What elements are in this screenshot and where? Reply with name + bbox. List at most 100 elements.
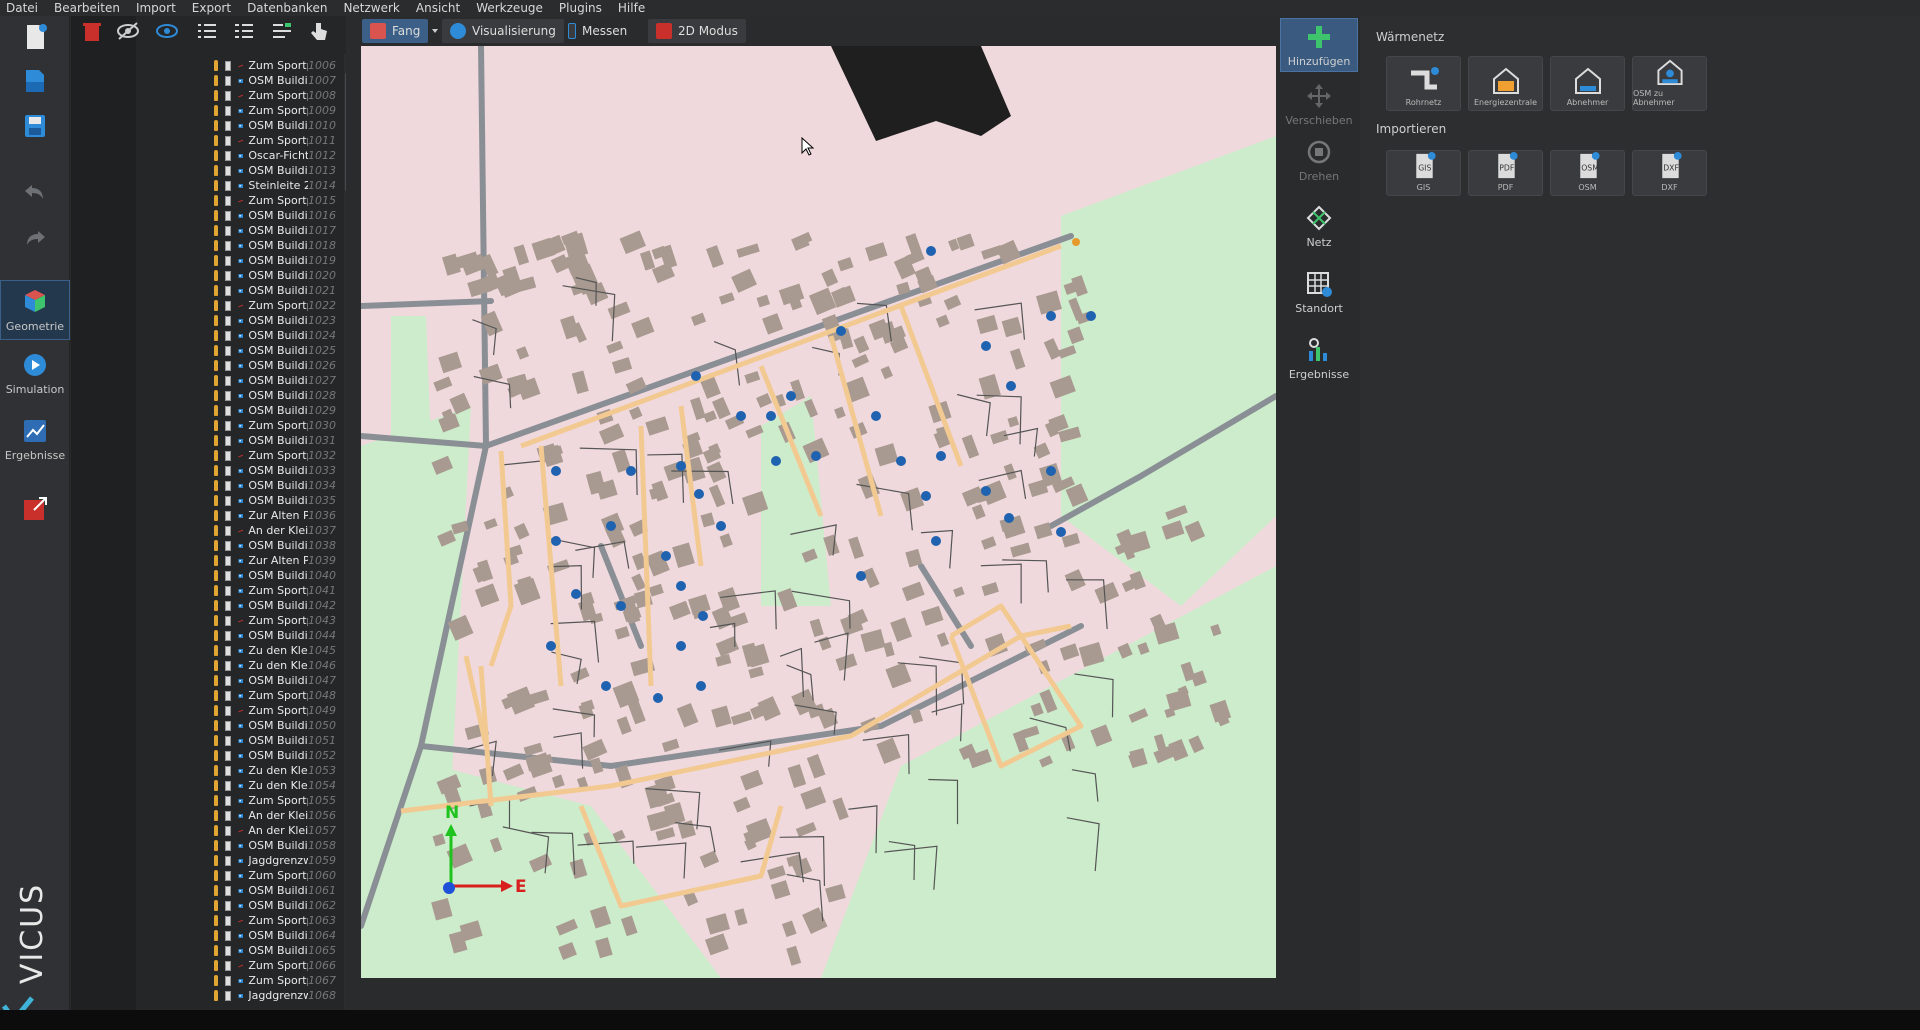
visibility-bulb-icon[interactable] [214, 585, 218, 596]
visibility-bulb-icon[interactable] [214, 465, 218, 476]
visibility-bulb-icon[interactable] [214, 195, 218, 206]
tree-row[interactable]: OSM Building1018 [136, 238, 336, 253]
tree-row[interactable]: Zum Sportplatz 121043 [136, 613, 336, 628]
menu-bearbeiten[interactable]: Bearbeiten [54, 1, 120, 15]
tree-row-checkbox[interactable] [224, 120, 231, 131]
tree-row[interactable]: Zum Sportplatz 261008 [136, 88, 336, 103]
tree-row-checkbox[interactable] [224, 225, 231, 236]
import-pdf-tile[interactable]: PDF PDF [1468, 150, 1543, 196]
tree-row[interactable]: OSM Building1038 [136, 538, 336, 553]
osm-zu-abnehmer-tile[interactable]: OSM zu Abnehmer [1632, 56, 1707, 111]
tree-row-checkbox[interactable] [224, 840, 231, 851]
tree-row-checkbox[interactable] [224, 870, 231, 881]
visibility-bulb-icon[interactable] [214, 285, 218, 296]
tree-row[interactable]: OSM Building1034 [136, 478, 336, 493]
select-all-list-icon[interactable] [195, 20, 219, 42]
visibility-bulb-icon[interactable] [214, 375, 218, 386]
menu-ansicht[interactable]: Ansicht [416, 1, 460, 15]
visibility-bulb-icon[interactable] [214, 450, 218, 461]
tree-row-checkbox[interactable] [224, 285, 231, 296]
tree-row-checkbox[interactable] [224, 375, 231, 386]
tree-row-checkbox[interactable] [224, 555, 231, 566]
tree-row[interactable]: Zu den Kleingärten 241054 [136, 778, 336, 793]
visibility-bulb-icon[interactable] [214, 945, 218, 956]
tree-row-checkbox[interactable] [224, 405, 231, 416]
tree-row-checkbox[interactable] [224, 705, 231, 716]
tree-row[interactable]: OSM Building1023 [136, 313, 336, 328]
tree-row-checkbox[interactable] [224, 435, 231, 446]
tree-row[interactable]: OSM Building1052 [136, 748, 336, 763]
tree-row[interactable]: Zu den Kleingärten 271046 [136, 658, 336, 673]
export-button[interactable] [0, 494, 70, 524]
tree-row-checkbox[interactable] [224, 750, 231, 761]
visibility-bulb-icon[interactable] [214, 780, 218, 791]
menu-plugins[interactable]: Plugins [559, 1, 602, 15]
visibility-bulb-icon[interactable] [214, 885, 218, 896]
tree-row[interactable]: OSM Building1062 [136, 898, 336, 913]
menu-datenbanken[interactable]: Datenbanken [247, 1, 327, 15]
pointer-hand-icon[interactable] [307, 20, 331, 42]
tree-row-checkbox[interactable] [224, 570, 231, 581]
visibility-bulb-icon[interactable] [214, 660, 218, 671]
tree-row[interactable]: Zum Sportplatz 271022 [136, 298, 336, 313]
visibility-bulb-icon[interactable] [214, 255, 218, 266]
visibility-bulb-icon[interactable] [214, 135, 218, 146]
tree-row-checkbox[interactable] [224, 510, 231, 521]
visibility-bulb-icon[interactable] [214, 300, 218, 311]
tree-row-checkbox[interactable] [224, 330, 231, 341]
drehen-button[interactable]: Drehen [1280, 138, 1358, 183]
visualisierung-button[interactable]: Visualisierung [442, 19, 564, 43]
visibility-bulb-icon[interactable] [214, 960, 218, 971]
tree-row[interactable]: Zum Sportplatz 91049 [136, 703, 336, 718]
visibility-bulb-icon[interactable] [214, 705, 218, 716]
redo-button[interactable] [0, 224, 70, 254]
tree-row-checkbox[interactable] [224, 735, 231, 746]
visibility-bulb-icon[interactable] [214, 180, 218, 191]
tree-row[interactable]: OSM Building1051 [136, 733, 336, 748]
tree-row-checkbox[interactable] [224, 135, 231, 146]
network-map[interactable]: NE [361, 46, 1276, 978]
ergebnisse-tool-button[interactable]: Ergebnisse [1280, 336, 1358, 381]
visibility-bulb-icon[interactable] [214, 915, 218, 926]
visibility-bulb-icon[interactable] [214, 720, 218, 731]
tree-row-checkbox[interactable] [224, 765, 231, 776]
visibility-bulb-icon[interactable] [214, 210, 218, 221]
tree-row[interactable]: OSM Building1065 [136, 943, 336, 958]
visibility-bulb-icon[interactable] [214, 510, 218, 521]
import-osm-tile[interactable]: OSM OSM [1550, 150, 1625, 196]
tree-row-checkbox[interactable] [224, 885, 231, 896]
rohrnetz-tile[interactable]: Rohrnetz [1386, 56, 1461, 111]
tree-row[interactable]: OSM Building1033 [136, 463, 336, 478]
tree-row-checkbox[interactable] [224, 975, 231, 986]
energiezentrale-tile[interactable]: Energiezentrale [1468, 56, 1543, 111]
new-file-button[interactable] [0, 22, 70, 52]
tree-row[interactable]: OSM Building1019 [136, 253, 336, 268]
tree-row[interactable]: OSM Building1013 [136, 163, 336, 178]
visibility-bulb-icon[interactable] [214, 120, 218, 131]
tree-row[interactable]: An der Kleinbahn 201037 [136, 523, 336, 538]
tree-row-checkbox[interactable] [224, 810, 231, 821]
tree-row[interactable]: OSM Building1026 [136, 358, 336, 373]
tree-row[interactable]: Zum Sportplatz 301066 [136, 958, 336, 973]
tree-row-checkbox[interactable] [224, 255, 231, 266]
map-viewport[interactable]: NE [361, 46, 1276, 978]
visibility-bulb-icon[interactable] [214, 870, 218, 881]
save-button[interactable] [0, 111, 70, 141]
open-file-button[interactable] [0, 66, 70, 96]
messen-button[interactable]: Messen [560, 19, 635, 43]
visibility-bulb-icon[interactable] [214, 225, 218, 236]
tree-row-checkbox[interactable] [224, 420, 231, 431]
menu-datei[interactable]: Datei [6, 1, 38, 15]
tree-row[interactable]: OSM Building1035 [136, 493, 336, 508]
tree-row-checkbox[interactable] [224, 690, 231, 701]
tree-row[interactable]: Zur Alten Poststraße 16b1036 [136, 508, 336, 523]
invert-selection-icon[interactable] [270, 20, 294, 42]
tree-row-checkbox[interactable] [224, 780, 231, 791]
tree-scrollbar-thumb[interactable] [345, 72, 346, 192]
visibility-bulb-icon[interactable] [214, 315, 218, 326]
tree-row-checkbox[interactable] [224, 270, 231, 281]
tree-row-checkbox[interactable] [224, 795, 231, 806]
tree-row-checkbox[interactable] [224, 720, 231, 731]
tree-row-checkbox[interactable] [224, 915, 231, 926]
tree-row-checkbox[interactable] [224, 300, 231, 311]
